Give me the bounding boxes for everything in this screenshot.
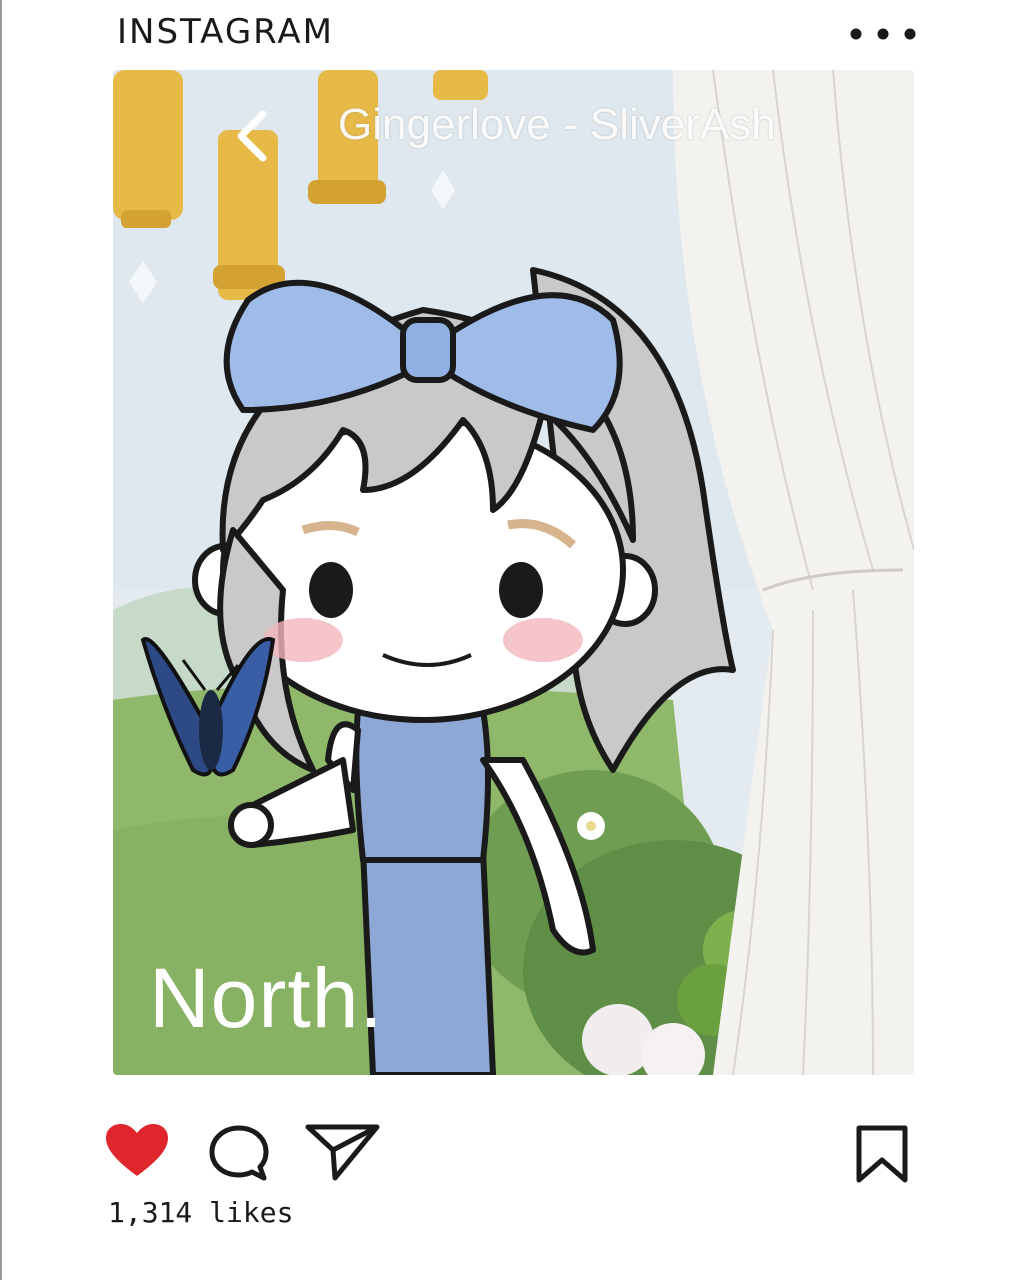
comment-bubble-icon[interactable] [208, 1124, 270, 1186]
image-caption: North. [149, 951, 384, 1045]
heart-icon[interactable] [104, 1122, 170, 1182]
post-illustration [113, 70, 914, 1075]
song-title-overlay: Gingerlove - SliverAsh [338, 100, 776, 149]
post-actions [0, 1110, 1015, 1190]
brand-title: INSTAGRAM [117, 12, 335, 52]
bookmark-icon[interactable] [855, 1124, 909, 1188]
post-header: INSTAGRAM [0, 0, 1015, 70]
paper-plane-icon[interactable] [305, 1122, 381, 1186]
left-border [0, 0, 2, 1280]
more-dots-icon[interactable] [846, 22, 926, 46]
likes-count[interactable]: 1,314 likes [108, 1196, 293, 1229]
chevron-left-icon[interactable] [233, 106, 273, 166]
post-image[interactable]: Gingerlove - SliverAsh North. [113, 70, 914, 1075]
